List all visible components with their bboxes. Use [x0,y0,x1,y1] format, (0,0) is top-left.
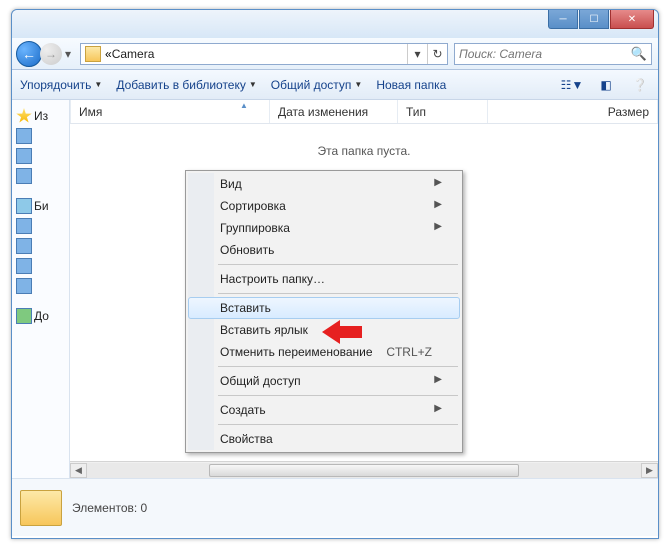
explorer-window: ─ ☐ ✕ ← → ▾ « Camera ▾ ↻ 🔍 Упорядочить▼ … [11,9,659,539]
status-bar: Элементов: 0 [12,478,658,536]
column-date[interactable]: Дата изменения [270,100,398,123]
scroll-left-button[interactable]: ◀ [70,463,87,478]
menu-sort[interactable]: Сортировка▶ [188,195,460,217]
sidebar-homegroup[interactable]: До [14,306,67,326]
search-icon[interactable]: 🔍 [631,46,647,62]
menu-properties[interactable]: Свойства [188,428,460,450]
address-dropdown[interactable]: ▾ [407,44,427,64]
folder-icon [85,46,101,62]
scrollbar-track[interactable] [87,463,641,478]
folder-icon [20,490,62,526]
search-input[interactable] [459,47,631,61]
menu-refresh[interactable]: Обновить [188,239,460,261]
sidebar-item[interactable] [14,146,67,166]
empty-folder-message: Эта папка пуста. [70,144,658,158]
menu-new[interactable]: Создать▶ [188,399,460,421]
menu-customize-folder[interactable]: Настроить папку… [188,268,460,290]
sidebar-libraries[interactable]: Би [14,196,67,216]
back-button[interactable]: ← [16,41,42,67]
status-text: Элементов: 0 [72,501,147,515]
sidebar-item[interactable] [14,276,67,296]
sidebar-item[interactable] [14,236,67,256]
preview-pane-button[interactable]: ◧ [596,75,616,95]
menu-view[interactable]: Вид▶ [188,173,460,195]
menu-group[interactable]: Группировка▶ [188,217,460,239]
organize-menu[interactable]: Упорядочить▼ [20,78,102,92]
maximize-button[interactable]: ☐ [579,10,609,29]
menu-paste[interactable]: Вставить [188,297,460,319]
window-controls: ─ ☐ ✕ [547,10,654,29]
address-text: Camera [112,47,407,61]
help-button[interactable]: ❔ [630,75,650,95]
menu-share[interactable]: Общий доступ▶ [188,370,460,392]
navigation-bar: ← → ▾ « Camera ▾ ↻ 🔍 [12,38,658,70]
navigation-pane: Из Би До [12,100,70,478]
sidebar-item[interactable] [14,216,67,236]
menu-paste-shortcut[interactable]: Вставить ярлык [188,319,460,341]
sidebar-favorites[interactable]: Из [14,106,67,126]
sort-indicator-icon: ▲ [240,101,248,110]
menu-undo-rename[interactable]: Отменить переименованиеCTRL+Z [188,341,460,363]
column-headers: ▲ Имя Дата изменения Тип Размер [70,100,658,124]
toolbar: Упорядочить▼ Добавить в библиотеку▼ Общи… [12,70,658,100]
column-size[interactable]: Размер [488,100,658,123]
scrollbar-thumb[interactable] [209,464,519,477]
address-prefix: « [105,47,112,61]
titlebar: ─ ☐ ✕ [12,10,658,38]
view-options-button[interactable]: ☷ ▼ [562,75,582,95]
sidebar-item[interactable] [14,256,67,276]
scroll-right-button[interactable]: ▶ [641,463,658,478]
search-box[interactable]: 🔍 [454,43,652,65]
sidebar-item[interactable] [14,126,67,146]
history-dropdown[interactable]: ▾ [62,42,74,66]
context-menu: Вид▶ Сортировка▶ Группировка▶ Обновить Н… [185,170,463,453]
share-menu[interactable]: Общий доступ▼ [271,78,363,92]
add-library-menu[interactable]: Добавить в библиотеку▼ [116,78,256,92]
sidebar-item[interactable] [14,166,67,186]
address-bar[interactable]: « Camera ▾ ↻ [80,43,448,65]
close-button[interactable]: ✕ [610,10,654,29]
horizontal-scrollbar[interactable]: ◀ ▶ [70,461,658,478]
column-type[interactable]: Тип [398,100,488,123]
refresh-button[interactable]: ↻ [427,44,447,64]
minimize-button[interactable]: ─ [548,10,578,29]
new-folder-button[interactable]: Новая папка [376,78,446,92]
forward-button[interactable]: → [40,43,62,65]
